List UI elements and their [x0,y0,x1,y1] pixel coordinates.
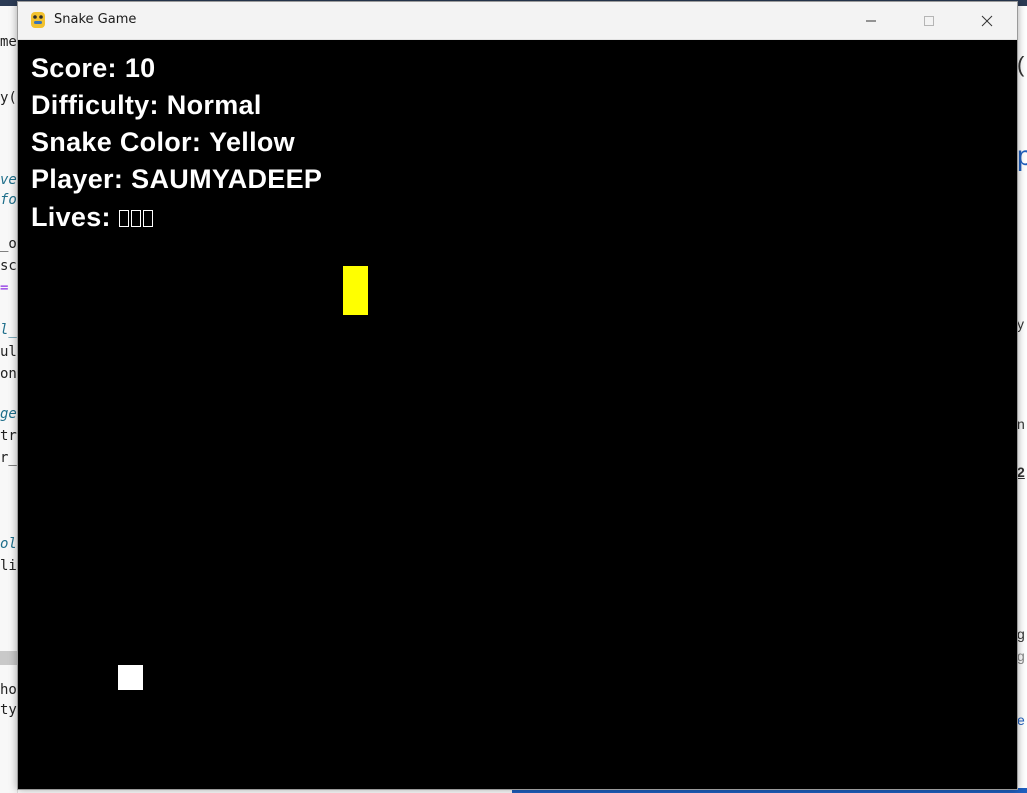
snake-color-display: Snake Color: Yellow [31,127,295,157]
background-text: 2 [1017,464,1025,480]
minimize-icon [866,20,876,21]
score-display: Score: 10 [31,53,155,83]
maximize-button[interactable] [900,2,958,39]
background-code-line: _o [0,236,17,252]
game-canvas[interactable]: Score: 10 Difficulty: Normal Snake Color: Y… [18,40,1017,789]
background-text: y [1017,316,1024,332]
title-bar[interactable]: Snake Game [18,2,1017,40]
snake-color-value: Yellow [209,127,295,157]
maximize-icon [924,15,934,26]
background-code-line: sc [0,258,17,274]
background-text: g [1017,648,1025,664]
background-code-line: y( [0,90,17,106]
window-title: Snake Game [54,12,137,27]
background-code-line: on [0,366,17,382]
player-value: SAUMYADEEP [131,164,323,194]
life-icon [130,210,141,227]
background-code-line: ul [0,344,17,360]
food-pellet [118,665,143,690]
close-button[interactable] [958,2,1016,39]
snake-body [343,266,368,315]
background-code-line: fo [0,192,17,208]
background-code-line: li [0,558,17,574]
background-text: p [1017,140,1027,171]
game-window: Snake Game Score: 10 Difficulty: Normal Sn… [17,1,1018,790]
background-code-line: r_ [0,450,17,466]
background-scrollbar [0,651,17,665]
close-icon [981,15,993,26]
python-snake-icon [31,12,45,28]
background-text: ( [1017,52,1025,77]
background-text: e [1017,712,1025,728]
background-code-line: l_ [0,322,17,338]
life-icon [118,210,129,227]
difficulty-label: Difficulty: [31,90,159,120]
score-value: 10 [124,53,156,83]
lives-label: Lives: [31,202,111,232]
score-label: Score: [31,53,117,83]
difficulty-value: Normal [166,90,262,120]
lives-display: Lives: [31,202,153,232]
background-code-line: ho [0,682,17,698]
background-editor-right: ( p y n 2 g g e [1017,6,1027,793]
background-text: g [1017,626,1025,642]
player-display: Player: SAUMYADEEP [31,164,322,194]
player-label: Player: [31,164,124,194]
background-text: n [1017,416,1025,432]
life-icon [142,210,153,227]
difficulty-display: Difficulty: Normal [31,90,262,120]
background-code-line: ol [0,536,17,552]
background-code-line: me [0,34,17,50]
background-editor-left: me y( ve fo _o sc = l_ ul on ge tr r_ ol… [0,6,18,793]
minimize-button[interactable] [842,2,900,39]
background-code-line: = [0,280,9,296]
background-code-line: ty [0,702,17,718]
background-code-line: tr [0,428,17,444]
background-code-line: ge [0,406,17,422]
lives-indicator [117,202,153,232]
background-code-line: ve [0,172,17,188]
snake-color-label: Snake Color: [31,127,202,157]
